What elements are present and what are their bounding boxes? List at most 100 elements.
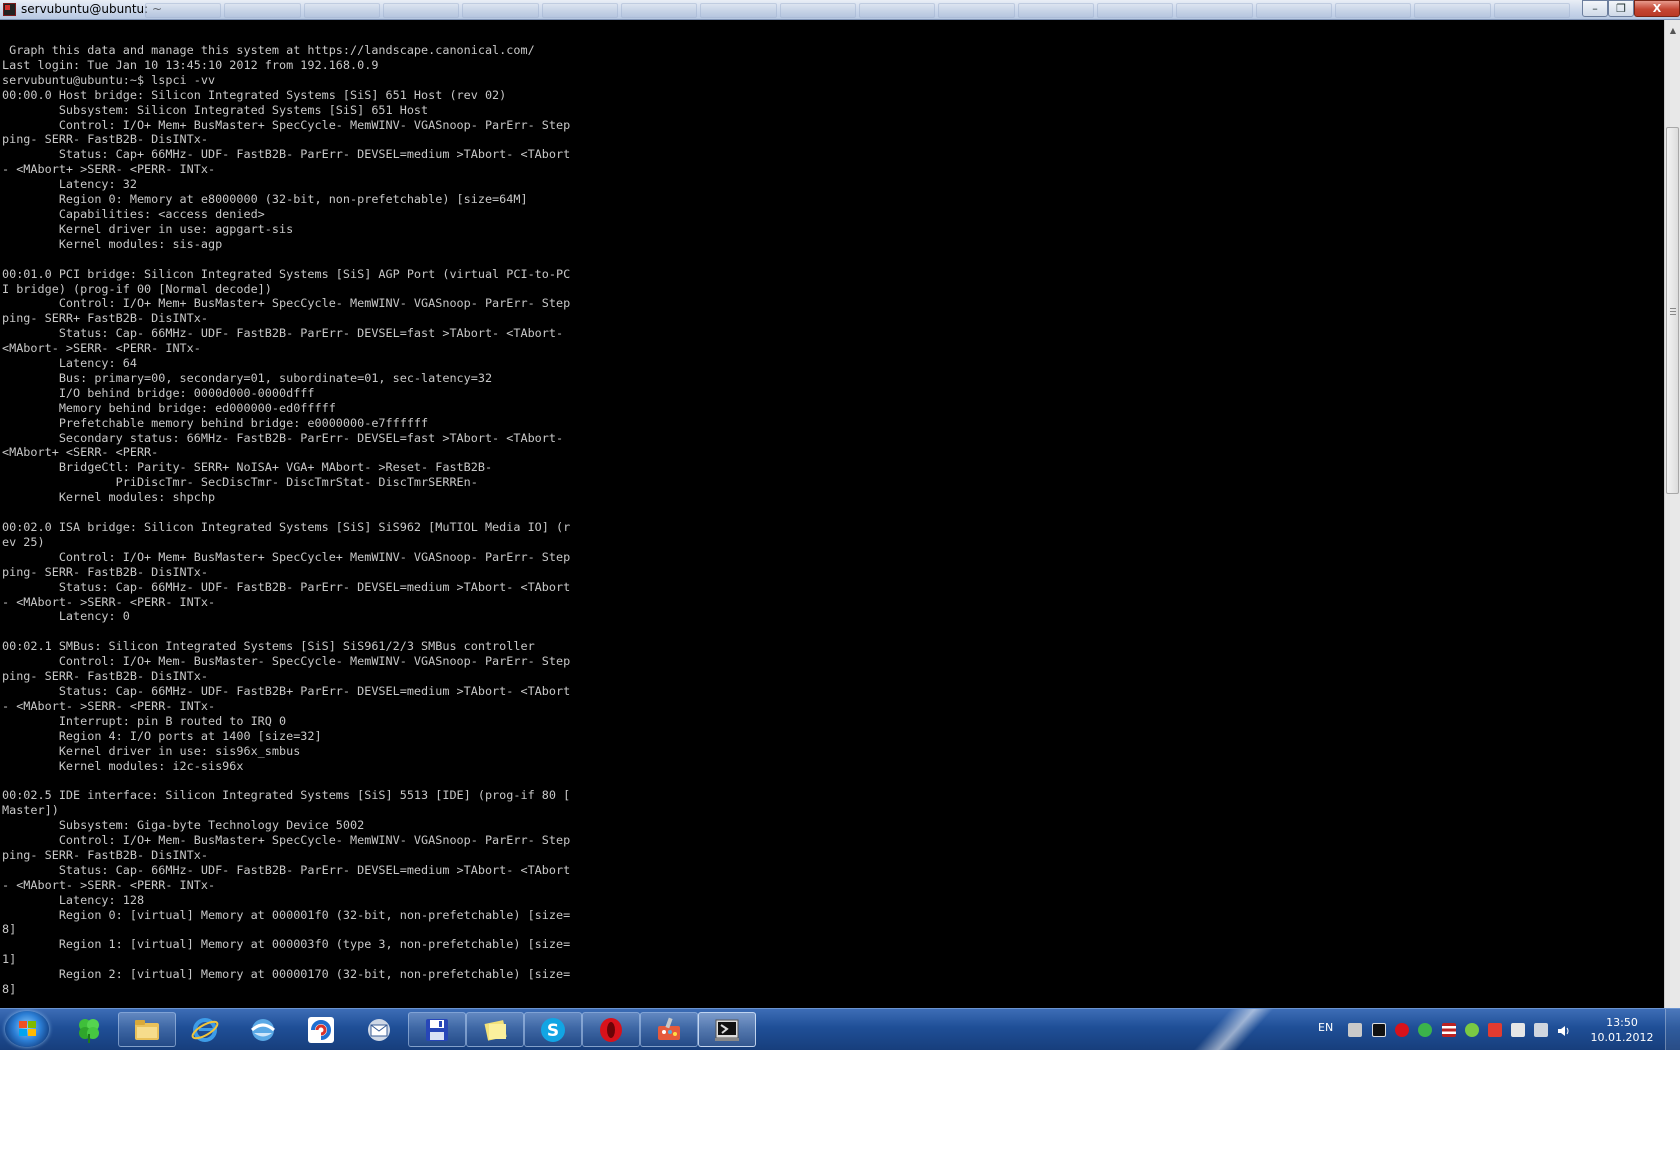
terminal-line: Control: I/O+ Mem+ BusMaster+ SpecCycle+… (2, 549, 571, 564)
taskbar-mail-app[interactable] (350, 1012, 408, 1047)
terminal-line: 8] (2, 982, 17, 997)
window-title: servubuntu@ubuntu: ~ (21, 2, 163, 16)
terminal-line: 8] (2, 922, 17, 937)
terminal-line: Status: Cap- 66MHz- UDF- FastB2B- ParErr… (2, 326, 564, 341)
terminal-line: ping- SERR- FastB2B- DisINTx- (2, 132, 208, 147)
terminal-line: 1] (2, 952, 17, 967)
window-title-bar[interactable]: servubuntu@ubuntu: ~ – ❐ X (0, 0, 1680, 20)
taskbar: S EN 13:50 10.01.2012 (0, 1008, 1680, 1050)
close-button[interactable]: X (1634, 0, 1680, 17)
terminal-line: 00:01.0 PCI bridge: Silicon Integrated S… (2, 266, 571, 281)
terminal-line: <MAbort+ <SERR- <PERR- (2, 445, 159, 460)
mail-app-icon (365, 1016, 393, 1044)
scroll-up-arrow-icon[interactable]: ▲ (1665, 22, 1680, 39)
terminal-line: Status: Cap- 66MHz- UDF- FastB2B- ParErr… (2, 579, 571, 594)
vertical-scrollbar[interactable]: ▲ ▼ (1664, 20, 1680, 1029)
taskbar-skype[interactable]: S (524, 1012, 582, 1047)
tray-yahoo-icon[interactable] (1372, 1023, 1386, 1037)
terminal-line: Master]) (2, 803, 59, 818)
tray-app-icon[interactable] (1348, 1023, 1362, 1037)
terminal-line: Kernel driver in use: sis96x_smbus (2, 743, 301, 758)
terminal-line: Bus: primary=00, secondary=01, subordina… (2, 370, 493, 385)
network-icon[interactable] (1534, 1023, 1548, 1037)
tray-us-flag-icon[interactable] (1442, 1023, 1456, 1037)
terminal-line: Memory behind bridge: ed000000-ed0fffff (2, 400, 336, 415)
terminal-line: Interrupt: pin B routed to IRQ 0 (2, 713, 287, 728)
globe-browser-icon (249, 1016, 277, 1044)
terminal-line: - <MAbort- >SERR- <PERR- INTx- (2, 877, 216, 892)
terminal-line: Status: Cap+ 66MHz- UDF- FastB2B- ParErr… (2, 147, 571, 162)
taskbar-paint-app[interactable] (640, 1012, 698, 1047)
save-disk-icon (423, 1016, 451, 1044)
clover-app-icon (75, 1016, 103, 1044)
scrollbar-thumb[interactable] (1666, 127, 1679, 494)
terminal-line: ping- SERR- FastB2B- DisINTx- (2, 847, 208, 862)
terminal-line: Status: Cap- 66MHz- UDF- FastB2B+ ParErr… (2, 683, 571, 698)
background-window-strip (145, 3, 1570, 18)
terminal-line: 00:00.0 Host bridge: Silicon Integrated … (2, 87, 507, 102)
opera-icon (597, 1016, 625, 1044)
terminal-text: Graph this data and manage this system a… (2, 43, 570, 997)
taskbar-file-explorer[interactable] (118, 1012, 176, 1047)
clock[interactable]: 13:50 10.01.2012 (1582, 1015, 1662, 1045)
taskbar-sync-app[interactable] (292, 1012, 350, 1047)
sync-app-icon (307, 1016, 335, 1044)
tray-status-icon[interactable] (1418, 1023, 1432, 1037)
terminal-line: BridgeCtl: Parity- SERR+ NoISA+ VGA+ MAb… (2, 460, 493, 475)
terminal-line: I bridge) (prog-if 00 [Normal decode]) (2, 281, 272, 296)
terminal-line: PriDiscTmr- SecDiscTmr- DiscTmrStat- Dis… (2, 475, 478, 490)
terminal-line: ping- SERR+ FastB2B- DisINTx- (2, 311, 208, 326)
tray-device-icon[interactable] (1511, 1023, 1525, 1037)
terminal-line: Control: I/O+ Mem- BusMaster+ SpecCycle-… (2, 833, 571, 848)
system-tray: EN 13:50 10.01.2012 (1310, 1009, 1680, 1050)
terminal-line: ping- SERR- FastB2B- DisINTx- (2, 669, 208, 684)
terminal-line: Region 2: [virtual] Memory at 00000170 (… (2, 967, 571, 982)
maximize-button[interactable]: ❐ (1608, 0, 1634, 17)
terminal-output-area[interactable]: Graph this data and manage this system a… (0, 20, 1664, 1029)
file-explorer-icon (133, 1016, 161, 1044)
terminal-line: Status: Cap- 66MHz- UDF- FastB2B- ParErr… (2, 862, 571, 877)
terminal-line: Kernel driver in use: agpgart-sis (2, 221, 294, 236)
language-indicator[interactable]: EN (1318, 1021, 1333, 1034)
taskbar-save-disk-app[interactable] (408, 1012, 466, 1047)
terminal-line: I/O behind bridge: 0000d000-0000dfff (2, 385, 315, 400)
minimize-button[interactable]: – (1582, 0, 1608, 17)
terminal-line: Region 0: [virtual] Memory at 000001f0 (… (2, 907, 571, 922)
tray-antivirus-icon[interactable] (1488, 1023, 1502, 1037)
terminal-line: Region 4: I/O ports at 1400 [size=32] (2, 728, 322, 743)
taskbar-putty-terminal[interactable] (698, 1012, 756, 1047)
skype-icon: S (539, 1016, 567, 1044)
terminal-line: Last login: Tue Jan 10 13:45:10 2012 fro… (2, 57, 379, 72)
tray-opera-icon[interactable] (1395, 1023, 1409, 1037)
paint-app-icon (655, 1016, 683, 1044)
terminal-line: Subsystem: Silicon Integrated Systems [S… (2, 102, 429, 117)
volume-icon[interactable] (1557, 1023, 1571, 1037)
sticky-notes-icon (481, 1016, 509, 1044)
terminal-line: ev 25) (2, 534, 45, 549)
taskbar-internet-explorer[interactable] (176, 1012, 234, 1047)
terminal-line: Secondary status: 66MHz- FastB2B- ParErr… (2, 430, 564, 445)
terminal-line: - <MAbort+ >SERR- <PERR- INTx- (2, 162, 216, 177)
tray-check-icon[interactable] (1465, 1023, 1479, 1037)
svg-text:S: S (547, 1021, 559, 1041)
taskbar-sticky-notes[interactable] (466, 1012, 524, 1047)
taskbar-clover-app[interactable] (60, 1012, 118, 1047)
terminal-line: Latency: 128 (2, 892, 145, 907)
taskbar-globe-browser[interactable] (234, 1012, 292, 1047)
start-button[interactable] (5, 1011, 49, 1047)
terminal-line: Kernel modules: sis-agp (2, 236, 223, 251)
terminal-line: 00:02.0 ISA bridge: Silicon Integrated S… (2, 520, 571, 534)
terminal-line: - <MAbort- >SERR- <PERR- INTx- (2, 594, 216, 609)
terminal-line: Control: I/O+ Mem+ BusMaster+ SpecCycle-… (2, 117, 571, 132)
terminal-line: Latency: 0 (2, 609, 130, 624)
terminal-line: - <MAbort- >SERR- <PERR- INTx- (2, 698, 216, 713)
clock-date: 10.01.2012 (1590, 1031, 1654, 1044)
show-desktop-button[interactable] (1665, 1009, 1680, 1050)
taskbar-opera[interactable] (582, 1012, 640, 1047)
clock-time: 13:50 (1606, 1016, 1638, 1029)
terminal-line: Graph this data and manage this system a… (2, 43, 535, 57)
terminal-line: Latency: 32 (2, 177, 137, 192)
terminal-line: Kernel modules: i2c-sis96x (2, 758, 244, 773)
terminal-line: Region 0: Memory at e8000000 (32-bit, no… (2, 192, 528, 207)
terminal-line: Control: I/O+ Mem+ BusMaster+ SpecCycle-… (2, 296, 571, 311)
